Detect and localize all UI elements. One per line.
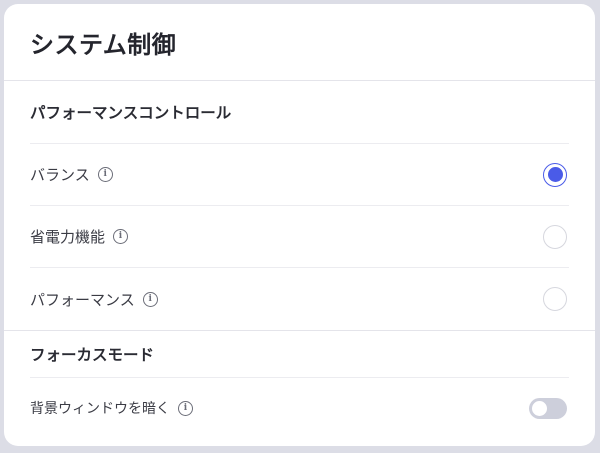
option-text-balance: バランス: [30, 166, 90, 184]
performance-control-heading: パフォーマンスコントロール: [30, 81, 569, 144]
dim-background-toggle[interactable]: [529, 397, 567, 419]
radio-power-saving[interactable]: [543, 224, 567, 249]
info-icon[interactable]: i: [113, 229, 129, 244]
option-text-power-saving: 省電力機能: [30, 228, 106, 246]
info-icon[interactable]: i: [142, 291, 158, 307]
dim-background-text: 背景ウィンドウを暗く: [30, 401, 170, 417]
performance-control-section: パフォーマンスコントロール バランス i 省電力機能 i パフォーマンス i: [4, 81, 595, 330]
focus-mode-section: フォーカスモード 背景ウィンドウを暗く i: [4, 331, 595, 438]
radio-dot: [547, 167, 563, 182]
info-icon[interactable]: i: [178, 400, 193, 416]
option-row-balance[interactable]: バランス i: [30, 144, 569, 206]
dim-background-row[interactable]: 背景ウィンドウを暗く i: [30, 378, 569, 438]
focus-mode-heading: フォーカスモード: [30, 331, 569, 378]
option-label-power-saving: 省電力機能 i: [30, 226, 129, 247]
info-icon[interactable]: i: [97, 167, 113, 182]
toggle-knob: [532, 400, 547, 416]
option-row-power-saving[interactable]: 省電力機能 i: [30, 206, 569, 268]
panel-header: システム制御: [4, 4, 595, 81]
radio-balance[interactable]: [543, 162, 567, 187]
option-label-performance: パフォーマンス i: [30, 289, 158, 310]
radio-performance[interactable]: [543, 287, 567, 311]
page-title: システム制御: [30, 30, 177, 59]
option-text-performance: パフォーマンス: [30, 290, 135, 309]
dim-background-label: 背景ウィンドウを暗く i: [30, 398, 193, 418]
system-control-panel: システム制御 パフォーマンスコントロール バランス i 省電力機能 i パフォー…: [4, 4, 595, 446]
option-row-performance[interactable]: パフォーマンス i: [30, 268, 569, 330]
option-label-balance: バランス i: [30, 164, 113, 185]
